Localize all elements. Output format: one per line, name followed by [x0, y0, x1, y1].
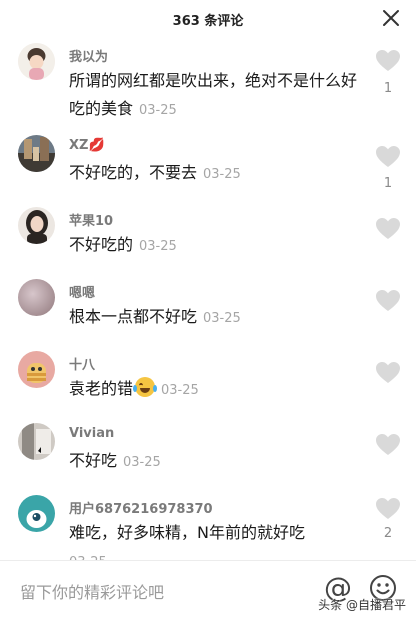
comment-text: 所谓的网红都是吹出来，绝对不是什么好吃的美食 03-25 [69, 67, 359, 125]
comments-header: 363 条评论 [0, 0, 416, 38]
comment-text: 袁老的错 03-25 [69, 375, 359, 405]
avatar[interactable] [18, 207, 55, 244]
like-count: 2 [383, 526, 393, 541]
comment-text: 不好吃 03-25 [69, 447, 359, 477]
comment-input[interactable]: 留下你的精彩评论吧 [20, 579, 164, 603]
avatar[interactable] [18, 351, 55, 388]
like-count: 1 [383, 176, 393, 191]
comment-text: 不好吃的 03-25 [69, 231, 359, 261]
comment-date: 03-25 [203, 311, 241, 326]
comment-text: 根本一点都不好吃 03-25 [69, 303, 359, 333]
close-icon[interactable] [382, 9, 400, 27]
comment-item: 苹果10 不好吃的 03-25 [0, 207, 416, 277]
watermark: 头条 @自播君平 [318, 598, 406, 612]
comment-body: 根本一点都不好吃 [69, 307, 198, 326]
username[interactable]: 苹果10 [69, 210, 113, 229]
avatar[interactable] [18, 423, 55, 460]
username[interactable]: XZ💋 [69, 138, 105, 153]
comment-body: 不好吃的 [69, 235, 134, 254]
comment-item: 嗯嗯 根本一点都不好吃 03-25 [0, 279, 416, 349]
comment-item: XZ💋 不好吃的，不要去 03-25 1 [0, 135, 416, 205]
username[interactable]: 十八 [69, 354, 95, 373]
comment-body: 袁老的错 [69, 379, 134, 398]
comment-input-bar: 留下你的精彩评论吧 @ 头条 @自播君平 [0, 560, 416, 621]
username[interactable]: 用户6876216978370 [69, 498, 213, 517]
comment-count-title: 363 条评论 [172, 14, 244, 29]
heart-icon[interactable] [375, 361, 401, 385]
comment-body: 不好吃的，不要去 [69, 163, 198, 182]
avatar[interactable] [18, 279, 55, 316]
comment-date: 03-25 [123, 455, 161, 470]
heart-icon[interactable] [375, 217, 401, 241]
comment-body: 所谓的网红都是吹出来，绝对不是什么好吃的美食 [69, 71, 358, 118]
comment-item: Vivian 不好吃 03-25 [0, 423, 416, 493]
avatar[interactable] [18, 495, 55, 532]
comment-body: 不好吃 [69, 451, 118, 470]
comment-item: 我以为 所谓的网红都是吹出来，绝对不是什么好吃的美食 03-25 1 [0, 43, 416, 133]
username[interactable]: 我以为 [69, 46, 108, 65]
comment-date: 03-25 [161, 383, 199, 398]
comment-item: 十八 袁老的错 03-25 [0, 351, 416, 421]
avatar[interactable] [18, 43, 55, 80]
comment-item: 用户6876216978370 难吃，好多味精，N年前的就好吃03-25 2 [0, 495, 416, 570]
heart-icon[interactable] [375, 433, 401, 457]
username[interactable]: Vivian [69, 426, 114, 441]
comment-body: 难吃，好多味精，N年前的就好吃 [69, 523, 305, 542]
crying-laughing-emoji [133, 377, 158, 397]
heart-icon[interactable] [375, 289, 401, 313]
comment-text: 不好吃的，不要去 03-25 [69, 159, 359, 189]
username[interactable]: 嗯嗯 [69, 282, 95, 301]
heart-icon[interactable] [375, 145, 401, 169]
heart-icon[interactable] [375, 497, 401, 521]
comment-date: 03-25 [139, 103, 177, 118]
avatar[interactable] [18, 135, 55, 172]
like-count: 1 [383, 81, 393, 96]
heart-icon[interactable] [375, 49, 401, 73]
comment-date: 03-25 [203, 167, 241, 182]
comment-date: 03-25 [139, 239, 177, 254]
